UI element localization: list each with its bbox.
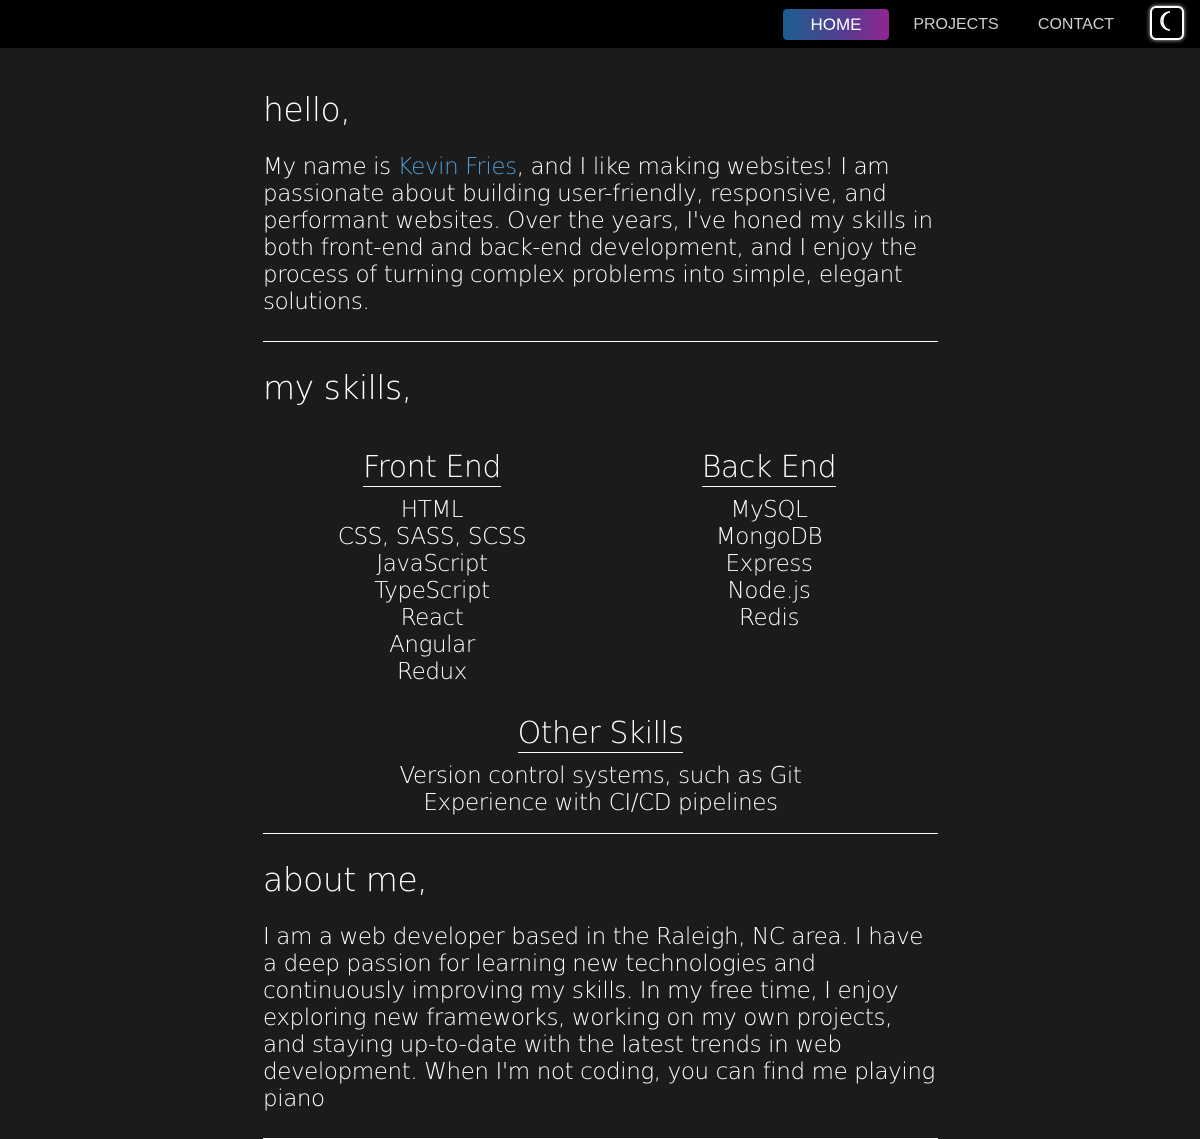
other-skills-heading: Other Skills bbox=[517, 716, 684, 753]
section-divider bbox=[263, 833, 938, 834]
list-item: MongoDB bbox=[715, 524, 823, 550]
hello-section: hello, My name is Kevin Fries, and I lik… bbox=[263, 48, 938, 342]
skills-section: my skills, Front End HTML CSS, SASS, SCS… bbox=[263, 368, 938, 834]
list-item: HTML bbox=[400, 497, 464, 523]
back-end-list: MySQL MongoDB Express Node.js Redis bbox=[601, 497, 938, 632]
list-item: React bbox=[400, 605, 464, 631]
moon-icon bbox=[1158, 11, 1176, 35]
nav-home-link[interactable]: HOME bbox=[783, 9, 889, 40]
hello-title: hello, bbox=[263, 90, 351, 129]
list-item: JavaScript bbox=[376, 551, 488, 577]
list-item: Version control systems, such as Git bbox=[399, 763, 802, 789]
section-divider bbox=[263, 341, 938, 342]
about-section: about me, I am a web developer based in … bbox=[263, 860, 938, 1139]
list-item: TypeScript bbox=[374, 578, 490, 604]
other-skills-block: Other Skills Version control systems, su… bbox=[263, 716, 938, 817]
about-title: about me, bbox=[263, 860, 428, 899]
list-item: Redux bbox=[397, 659, 467, 685]
skills-columns: Front End HTML CSS, SASS, SCSS JavaScrip… bbox=[263, 450, 938, 686]
list-item: CSS, SASS, SCSS bbox=[337, 524, 527, 550]
list-item: Node.js bbox=[727, 578, 811, 604]
top-navbar: HOME PROJECTS CONTACT bbox=[0, 0, 1200, 48]
nav-contact-link[interactable]: CONTACT bbox=[1027, 9, 1125, 40]
nav-projects-link[interactable]: PROJECTS bbox=[905, 9, 1007, 40]
front-end-list: HTML CSS, SASS, SCSS JavaScript TypeScri… bbox=[264, 497, 601, 686]
front-end-column: Front End HTML CSS, SASS, SCSS JavaScrip… bbox=[264, 450, 601, 686]
list-item: MySQL bbox=[730, 497, 808, 523]
name-link[interactable]: Kevin Fries bbox=[398, 154, 518, 180]
back-end-heading: Back End bbox=[701, 450, 837, 487]
list-item: Redis bbox=[738, 605, 800, 631]
other-skills-list: Version control systems, such as Git Exp… bbox=[263, 763, 938, 817]
front-end-heading: Front End bbox=[363, 450, 501, 487]
skills-title: my skills, bbox=[263, 368, 412, 407]
list-item: Angular bbox=[389, 632, 475, 658]
back-end-column: Back End MySQL MongoDB Express Node.js R… bbox=[601, 450, 938, 686]
about-paragraph: I am a web developer based in the Raleig… bbox=[263, 924, 935, 1112]
intro-paragraph: My name is Kevin Fries, and I like makin… bbox=[263, 154, 938, 316]
main-content: hello, My name is Kevin Fries, and I lik… bbox=[263, 48, 938, 1139]
list-item: Express bbox=[725, 551, 813, 577]
list-item: Experience with CI/CD pipelines bbox=[423, 790, 778, 816]
intro-prefix: My name is bbox=[263, 154, 398, 180]
theme-toggle-button[interactable] bbox=[1150, 6, 1184, 40]
